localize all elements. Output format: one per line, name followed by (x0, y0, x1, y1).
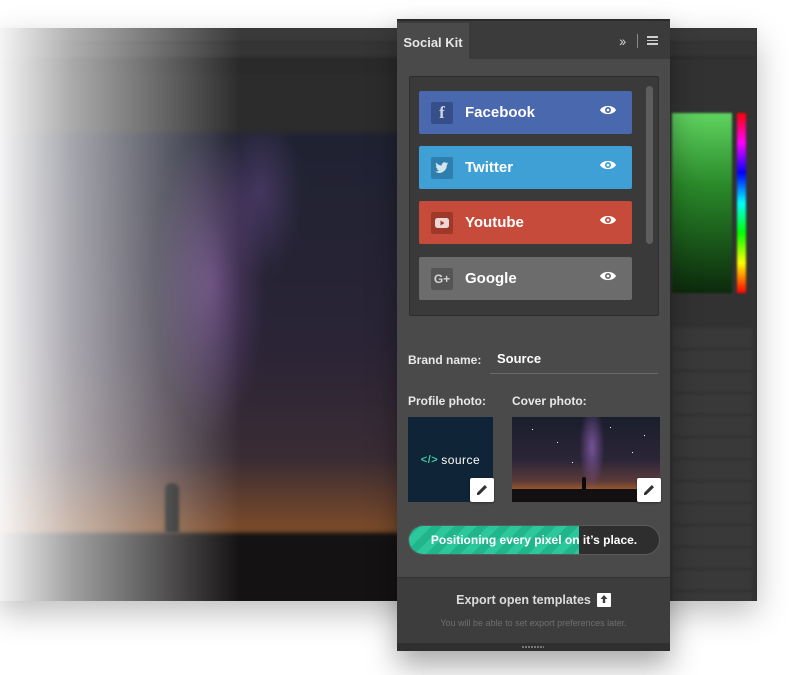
google-button[interactable]: G+ Google (419, 257, 632, 300)
export-hint: You will be able to set export preferenc… (440, 618, 627, 628)
brand-name-input[interactable]: Source (497, 351, 541, 366)
eye-icon[interactable] (599, 270, 617, 282)
export-label: Export open templates (456, 593, 591, 607)
cover-photo-label: Cover photo: (512, 394, 587, 408)
eye-icon[interactable] (599, 214, 617, 226)
code-brackets-icon: </> (420, 453, 439, 466)
tab-separator (637, 34, 638, 48)
social-kit-panel: Social Kit ›› f Facebook Twitter Youtube… (397, 19, 670, 651)
tab-social-kit[interactable]: Social Kit (397, 23, 469, 61)
eye-icon[interactable] (599, 104, 617, 116)
profile-photo-label: Profile photo: (408, 394, 486, 408)
edit-cover-photo-button[interactable] (637, 478, 661, 502)
hue-slider (737, 113, 746, 293)
facebook-button[interactable]: f Facebook (419, 91, 632, 134)
progress-text: Positioning every pixel on it’s place. (430, 533, 638, 547)
twitter-icon (431, 156, 453, 179)
facebook-label: Facebook (465, 104, 536, 121)
youtube-label: Youtube (465, 214, 524, 231)
double-chevron-right-icon[interactable]: ›› (619, 33, 626, 49)
fade-overlay (0, 28, 240, 601)
hamburger-menu-icon[interactable] (647, 36, 658, 47)
twitter-label: Twitter (465, 159, 514, 176)
facebook-icon: f (431, 101, 453, 124)
google-label: Google (465, 270, 517, 287)
cover-figure (582, 477, 586, 490)
brand-settings: Brand name: Source Profile photo: Cover … (397, 337, 670, 577)
profile-logo-text: source (441, 452, 481, 467)
brand-name-underline (490, 373, 658, 374)
export-button[interactable]: Export open templates (397, 593, 670, 607)
youtube-icon (431, 211, 453, 234)
brand-name-label: Brand name: (408, 353, 482, 367)
eye-icon[interactable] (599, 159, 617, 171)
pencil-icon (644, 485, 654, 495)
edit-profile-photo-button[interactable] (470, 478, 494, 502)
export-section: Export open templates You will be able t… (397, 577, 670, 643)
twitter-button[interactable]: Twitter (419, 146, 632, 189)
export-icon (596, 593, 611, 607)
color-picker-field (672, 113, 732, 293)
network-list-scrollbar[interactable] (646, 86, 653, 244)
panel-resize-grip[interactable] (397, 643, 670, 651)
panel-tab-bar: Social Kit ›› (397, 19, 670, 61)
google-plus-icon: G+ (431, 267, 453, 290)
layers-panel (672, 328, 752, 601)
pencil-icon (477, 485, 487, 495)
youtube-button[interactable]: Youtube (419, 201, 632, 244)
progress-bar: Positioning every pixel on it’s place. (408, 525, 660, 555)
